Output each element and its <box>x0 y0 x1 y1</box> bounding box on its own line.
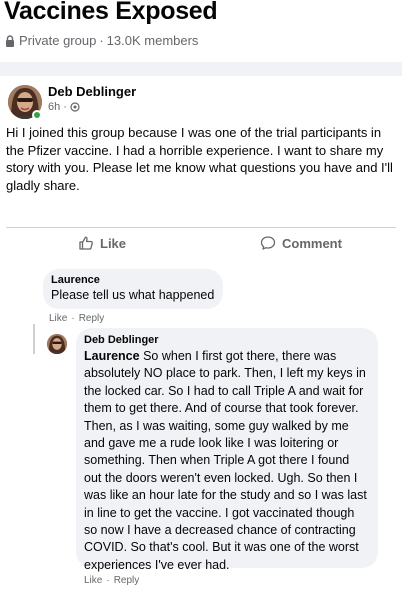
reply-bubble[interactable]: Deb Deblinger Laurence So when I first g… <box>76 328 378 572</box>
reply-action-separator: · <box>106 575 110 586</box>
comments-section: Laurence Please tell us what happened Li… <box>0 260 402 600</box>
like-icon <box>79 236 93 250</box>
post-meta: 6h · <box>48 101 80 113</box>
reply-like-button[interactable]: Like <box>84 575 102 586</box>
reply-author[interactable]: Deb Deblinger <box>84 334 370 346</box>
like-label: Like <box>100 235 127 251</box>
reply-thread-line <box>33 324 35 354</box>
reply-avatar[interactable] <box>47 334 67 354</box>
comment-like-button[interactable]: Like <box>49 313 67 324</box>
comment-icon <box>260 236 276 250</box>
reply-reply-button[interactable]: Reply <box>114 575 140 586</box>
post-action-bar: Like Comment <box>0 229 402 259</box>
reply-avatar-image <box>47 334 67 354</box>
group-privacy: Private group <box>19 33 97 48</box>
globe-icon <box>70 102 80 112</box>
post: Deb Deblinger 6h · Hi I joined this grou… <box>0 76 402 260</box>
member-count[interactable]: 13.0K members <box>107 33 199 48</box>
comment-bubble[interactable]: Laurence Please tell us what happened <box>43 269 223 309</box>
comment-action-separator: · <box>71 313 75 324</box>
comment-reply-button[interactable]: Reply <box>79 313 105 324</box>
lock-icon <box>6 34 14 47</box>
group-meta: Private group · 13.0K members <box>5 33 198 48</box>
comment-button[interactable]: Comment <box>260 235 342 251</box>
post-author[interactable]: Deb Deblinger <box>48 84 136 99</box>
meta-separator: · <box>99 33 104 48</box>
comment-actions: Like · Reply <box>49 313 104 324</box>
comment-label: Comment <box>282 235 342 251</box>
reply-text: So when I first got there, there was abs… <box>84 349 367 572</box>
section-divider <box>0 62 402 76</box>
online-status-icon <box>32 110 42 120</box>
reply-actions: Like · Reply <box>84 575 139 586</box>
group-title[interactable]: Vaccines Exposed <box>4 0 218 26</box>
reply-text-block: Laurence So when I first got there, ther… <box>84 348 370 574</box>
post-time[interactable]: 6h <box>48 101 60 113</box>
action-divider <box>6 227 396 228</box>
like-button[interactable]: Like <box>78 235 126 251</box>
post-body: Hi I joined this group because I was one… <box>6 125 393 193</box>
post-meta-separator: · <box>63 101 67 113</box>
comment-text: Please tell us what happened <box>51 288 215 302</box>
comment-author[interactable]: Laurence <box>51 274 215 286</box>
reply-mention[interactable]: Laurence <box>84 349 140 363</box>
group-header: Vaccines Exposed Private group · 13.0K m… <box>0 0 402 62</box>
